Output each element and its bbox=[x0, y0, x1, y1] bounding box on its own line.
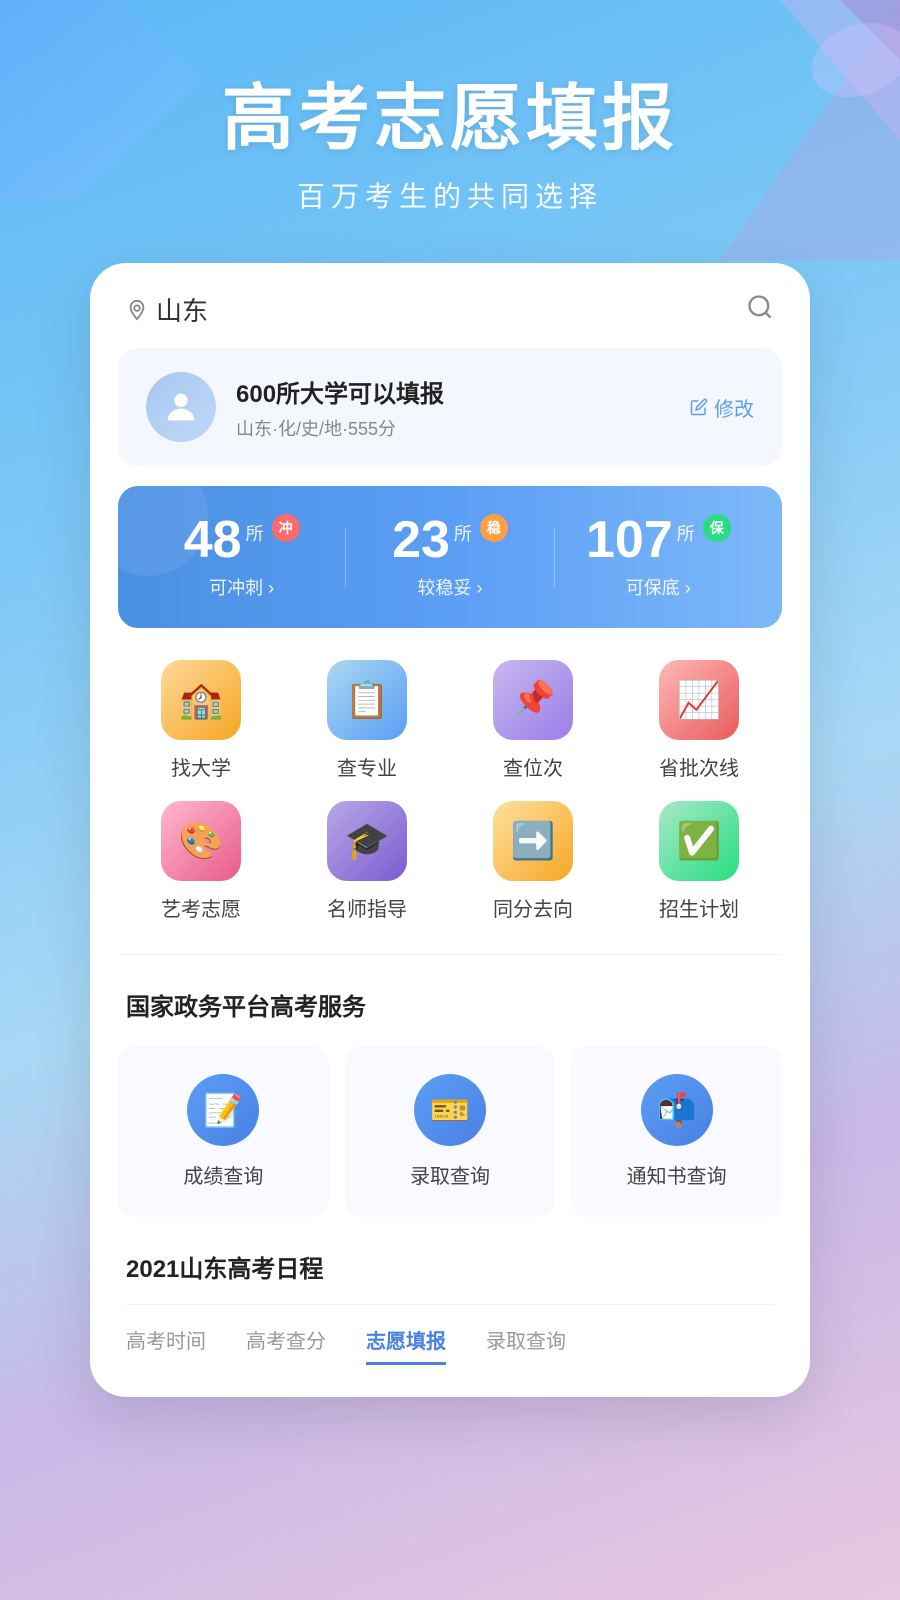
menu-grid: 🏫 找大学 📋 查专业 📌 查位次 📈 省批次线 🎨 艺考志愿 🎓 名师指导 ➡… bbox=[118, 660, 782, 922]
check-rank-label: 查位次 bbox=[503, 752, 563, 781]
notice-query-icon: 📬 bbox=[641, 1074, 713, 1146]
header-subtitle: 百万考生的共同选择 bbox=[0, 175, 900, 215]
enroll-plan-label: 招生计划 bbox=[659, 893, 739, 922]
header-title: 高考志愿填报 bbox=[0, 80, 900, 159]
same-score-label: 同分去向 bbox=[493, 893, 573, 922]
gov-section-title: 国家政务平台高考服务 bbox=[90, 987, 810, 1022]
stat-badge-rush: 冲 bbox=[272, 514, 300, 542]
tab-admission-check[interactable]: 录取查询 bbox=[486, 1325, 566, 1365]
tab-score-check[interactable]: 高考查分 bbox=[246, 1325, 326, 1365]
schedule-tabs: 高考时间 高考查分 志愿填报 录取查询 bbox=[126, 1304, 774, 1365]
location-icon bbox=[126, 299, 148, 321]
province-line-icon: 📈 bbox=[659, 660, 739, 740]
province-line-label: 省批次线 bbox=[659, 752, 739, 781]
stat-number-row-rush: 48 所 冲 bbox=[138, 514, 345, 566]
menu-item-enroll-plan[interactable]: ✅ 招生计划 bbox=[616, 801, 782, 922]
notice-query-label: 通知书查询 bbox=[627, 1160, 727, 1189]
score-query-icon: 📝 bbox=[187, 1074, 259, 1146]
stat-number-row-stable: 23 所 稳 bbox=[346, 514, 553, 566]
stat-unit-rush: 所 bbox=[246, 520, 264, 546]
admission-query-label: 录取查询 bbox=[410, 1160, 490, 1189]
stat-item-stable[interactable]: 23 所 稳 较稳妥 › bbox=[346, 514, 553, 600]
stat-unit-stable: 所 bbox=[454, 520, 472, 546]
score-left: 600所大学可以填报 山东·化/史/地·555分 bbox=[146, 372, 444, 442]
edit-icon bbox=[690, 398, 708, 416]
gov-item-admission-query[interactable]: 🎫 录取查询 bbox=[345, 1046, 556, 1217]
menu-item-province-line[interactable]: 📈 省批次线 bbox=[616, 660, 782, 781]
schedule-section: 2021山东高考日程 高考时间 高考查分 志愿填报 录取查询 bbox=[90, 1249, 810, 1365]
check-major-icon: 📋 bbox=[327, 660, 407, 740]
stat-label-rush: 可冲刺 › bbox=[138, 574, 345, 600]
admission-query-icon: 🎫 bbox=[414, 1074, 486, 1146]
enroll-plan-icon: ✅ bbox=[659, 801, 739, 881]
famous-teacher-label: 名师指导 bbox=[327, 893, 407, 922]
menu-item-same-score[interactable]: ➡️ 同分去向 bbox=[450, 801, 616, 922]
check-rank-icon: 📌 bbox=[493, 660, 573, 740]
menu-item-find-university[interactable]: 🏫 找大学 bbox=[118, 660, 284, 781]
avatar bbox=[146, 372, 216, 442]
find-university-label: 找大学 bbox=[171, 752, 231, 781]
gov-item-score-query[interactable]: 📝 成绩查询 bbox=[118, 1046, 329, 1217]
stat-number-row-safe: 107 所 保 bbox=[555, 514, 762, 566]
stat-item-rush[interactable]: 48 所 冲 可冲刺 › bbox=[138, 514, 345, 600]
gov-item-notice-query[interactable]: 📬 通知书查询 bbox=[571, 1046, 782, 1217]
score-query-label: 成绩查询 bbox=[183, 1160, 263, 1189]
location-bar: 山东 bbox=[90, 263, 810, 348]
avatar-icon bbox=[161, 387, 201, 427]
art-exam-label: 艺考志愿 bbox=[161, 893, 241, 922]
menu-item-check-rank[interactable]: 📌 查位次 bbox=[450, 660, 616, 781]
check-major-label: 查专业 bbox=[337, 752, 397, 781]
gov-grid: 📝 成绩查询 🎫 录取查询 📬 通知书查询 bbox=[118, 1046, 782, 1217]
location-text: 山东 bbox=[156, 291, 208, 328]
score-detail: 山东·化/史/地·555分 bbox=[236, 415, 444, 441]
score-card: 600所大学可以填报 山东·化/史/地·555分 修改 bbox=[118, 348, 782, 466]
menu-item-famous-teacher[interactable]: 🎓 名师指导 bbox=[284, 801, 450, 922]
stat-item-safe[interactable]: 107 所 保 可保底 › bbox=[555, 514, 762, 600]
phone-card: 山东 600所大学可以填报 山东·化/史/地·555分 bbox=[90, 263, 810, 1397]
stat-number-safe: 107 bbox=[586, 514, 673, 566]
art-exam-icon: 🎨 bbox=[161, 801, 241, 881]
tab-volunteer-fill[interactable]: 志愿填报 bbox=[366, 1325, 446, 1365]
score-title: 600所大学可以填报 bbox=[236, 374, 444, 409]
same-score-icon: ➡️ bbox=[493, 801, 573, 881]
stats-banner: 48 所 冲 可冲刺 › 23 所 稳 较稳妥 › 107 所 保 可保底 › bbox=[118, 486, 782, 628]
divider-1 bbox=[118, 954, 782, 955]
stat-number-stable: 23 bbox=[392, 514, 450, 566]
edit-button[interactable]: 修改 bbox=[690, 393, 754, 422]
location-left: 山东 bbox=[126, 291, 208, 328]
header: 高考志愿填报 百万考生的共同选择 bbox=[0, 0, 900, 215]
stat-unit-safe: 所 bbox=[677, 520, 695, 546]
stat-badge-stable: 稳 bbox=[480, 514, 508, 542]
stat-label-stable: 较稳妥 › bbox=[346, 574, 553, 600]
famous-teacher-icon: 🎓 bbox=[327, 801, 407, 881]
menu-item-check-major[interactable]: 📋 查专业 bbox=[284, 660, 450, 781]
stat-badge-safe: 保 bbox=[703, 514, 731, 542]
score-info: 600所大学可以填报 山东·化/史/地·555分 bbox=[236, 374, 444, 441]
tab-exam-time[interactable]: 高考时间 bbox=[126, 1325, 206, 1365]
menu-item-art-exam[interactable]: 🎨 艺考志愿 bbox=[118, 801, 284, 922]
stat-label-safe: 可保底 › bbox=[555, 574, 762, 600]
search-icon[interactable] bbox=[746, 293, 774, 326]
stat-number-rush: 48 bbox=[184, 514, 242, 566]
edit-label: 修改 bbox=[714, 393, 754, 422]
find-university-icon: 🏫 bbox=[161, 660, 241, 740]
schedule-title: 2021山东高考日程 bbox=[126, 1249, 774, 1284]
